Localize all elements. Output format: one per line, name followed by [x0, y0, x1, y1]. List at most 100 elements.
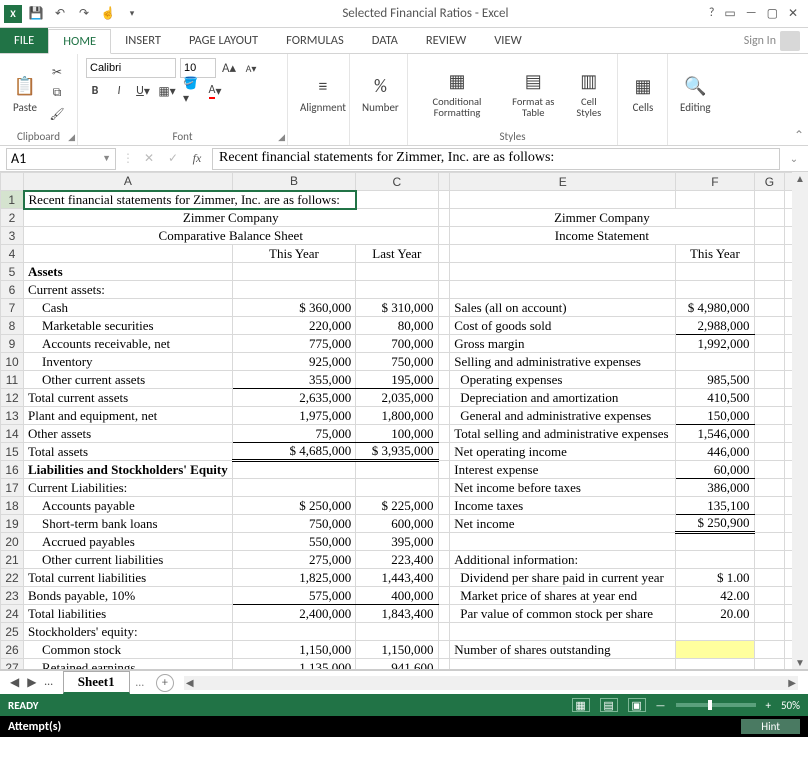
cell-D17[interactable]	[438, 479, 450, 497]
cell-D24[interactable]	[438, 605, 450, 623]
row-header-10[interactable]: 10	[1, 353, 24, 371]
cell-E16[interactable]: Interest expense	[450, 461, 676, 479]
row-header-6[interactable]: 6	[1, 281, 24, 299]
cell-A9[interactable]: Accounts receivable, net	[24, 335, 233, 353]
cell-B13[interactable]: 1,975,000	[232, 407, 355, 425]
sheet-nav-next-icon[interactable]: ▶	[27, 675, 36, 690]
cell-G5[interactable]	[754, 263, 785, 281]
row-header-9[interactable]: 9	[1, 335, 24, 353]
view-pagelayout-icon[interactable]: ▤	[600, 698, 618, 712]
cell-A4[interactable]	[24, 245, 233, 263]
cell-F25[interactable]	[676, 623, 754, 641]
row-header-8[interactable]: 8	[1, 317, 24, 335]
enter-formula-icon[interactable]: ✓	[164, 150, 182, 168]
cell-B27[interactable]: 1,135,000	[232, 659, 355, 671]
row-header-22[interactable]: 22	[1, 569, 24, 587]
cell-C10[interactable]: 750,000	[356, 353, 438, 371]
redo-icon[interactable]: ↷	[74, 4, 94, 24]
zoom-out-icon[interactable]: —	[656, 699, 666, 712]
clipboard-dialog-icon[interactable]: ◢	[68, 132, 75, 143]
font-color-icon[interactable]: A▾	[206, 82, 224, 100]
cell-E10[interactable]: Selling and administrative expenses	[450, 353, 676, 371]
tab-pagelayout[interactable]: PAGE LAYOUT	[175, 28, 272, 53]
sheet-nav-more-icon[interactable]: …	[44, 675, 52, 690]
cell-C6[interactable]	[356, 281, 438, 299]
cell-E9[interactable]: Gross margin	[450, 335, 676, 353]
cell-B26[interactable]: 1,150,000	[232, 641, 355, 659]
editing-button[interactable]: 🔍Editing	[676, 71, 715, 116]
cell-C7[interactable]: $ 310,000	[356, 299, 438, 317]
cell-A19[interactable]: Short-term bank loans	[24, 515, 233, 533]
cell-B18[interactable]: $ 250,000	[232, 497, 355, 515]
cell-G21[interactable]	[754, 551, 785, 569]
cell-F1[interactable]	[676, 191, 754, 209]
row-header-16[interactable]: 16	[1, 461, 24, 479]
cell-F16[interactable]: 60,000	[676, 461, 754, 479]
cell-E23[interactable]: Market price of shares at year end	[450, 587, 676, 605]
tab-home[interactable]: HOME	[48, 29, 111, 54]
tab-file[interactable]: FILE	[0, 28, 48, 53]
cell-C13[interactable]: 1,800,000	[356, 407, 438, 425]
cell-G18[interactable]	[754, 497, 785, 515]
cell-B15[interactable]: $ 4,685,000	[232, 443, 355, 461]
cell-E24[interactable]: Par value of common stock per share	[450, 605, 676, 623]
col-header-E[interactable]: E	[450, 173, 676, 191]
cell-C1[interactable]	[356, 191, 438, 209]
ribbon-options-icon[interactable]: ▭	[724, 6, 735, 21]
cell-F21[interactable]	[676, 551, 754, 569]
cell-G16[interactable]	[754, 461, 785, 479]
italic-button[interactable]: I	[110, 82, 128, 100]
cell-A1[interactable]: Recent financial statements for Zimmer, …	[24, 191, 356, 209]
fill-color-icon[interactable]: 🪣▾	[182, 82, 200, 100]
tab-formulas[interactable]: FORMULAS	[272, 28, 358, 53]
cell-C21[interactable]: 223,400	[356, 551, 438, 569]
cell-G20[interactable]	[754, 533, 785, 551]
col-header-B[interactable]: B	[232, 173, 355, 191]
cell-E1[interactable]	[450, 191, 676, 209]
cell-D1[interactable]	[438, 191, 450, 209]
cell-A2[interactable]: Zimmer Company	[24, 209, 439, 227]
bold-button[interactable]: B	[86, 82, 104, 100]
cell-C12[interactable]: 2,035,000	[356, 389, 438, 407]
cell-C18[interactable]: $ 225,000	[356, 497, 438, 515]
cell-D18[interactable]	[438, 497, 450, 515]
row-header-14[interactable]: 14	[1, 425, 24, 443]
cell-F10[interactable]	[676, 353, 754, 371]
cell-E22[interactable]: Dividend per share paid in current year	[450, 569, 676, 587]
cell-E18[interactable]: Income taxes	[450, 497, 676, 515]
cell-F17[interactable]: 386,000	[676, 479, 754, 497]
cell-A7[interactable]: Cash	[24, 299, 233, 317]
cell-E3[interactable]: Income Statement	[450, 227, 754, 245]
cell-D4[interactable]	[438, 245, 450, 263]
cell-A23[interactable]: Bonds payable, 10%	[24, 587, 233, 605]
cell-B19[interactable]: 750,000	[232, 515, 355, 533]
cell-G9[interactable]	[754, 335, 785, 353]
cell-A16[interactable]: Liabilities and Stockholders' Equity	[24, 461, 233, 479]
cell-B22[interactable]: 1,825,000	[232, 569, 355, 587]
cell-B10[interactable]: 925,000	[232, 353, 355, 371]
cell-G14[interactable]	[754, 425, 785, 443]
cell-E14[interactable]: Total selling and administrative expense…	[450, 425, 676, 443]
cell-F5[interactable]	[676, 263, 754, 281]
cell-A17[interactable]: Current Liabilities:	[24, 479, 233, 497]
cell-A13[interactable]: Plant and equipment, net	[24, 407, 233, 425]
cell-C5[interactable]	[356, 263, 438, 281]
cell-C25[interactable]	[356, 623, 438, 641]
copy-icon[interactable]: ⧉	[48, 84, 66, 102]
cell-D7[interactable]	[438, 299, 450, 317]
cell-B23[interactable]: 575,000	[232, 587, 355, 605]
col-header-D[interactable]	[438, 173, 450, 191]
undo-icon[interactable]: ↶	[50, 4, 70, 24]
cell-A26[interactable]: Common stock	[24, 641, 233, 659]
cell-A20[interactable]: Accrued payables	[24, 533, 233, 551]
cell-G7[interactable]	[754, 299, 785, 317]
cell-E20[interactable]	[450, 533, 676, 551]
cell-B21[interactable]: 275,000	[232, 551, 355, 569]
sign-in[interactable]: Sign In	[744, 28, 808, 53]
cell-E21[interactable]: Additional information:	[450, 551, 676, 569]
cell-E4[interactable]	[450, 245, 676, 263]
cell-C20[interactable]: 395,000	[356, 533, 438, 551]
row-header-3[interactable]: 3	[1, 227, 24, 245]
minimize-icon[interactable]: —	[746, 6, 757, 21]
cell-D16[interactable]	[438, 461, 450, 479]
